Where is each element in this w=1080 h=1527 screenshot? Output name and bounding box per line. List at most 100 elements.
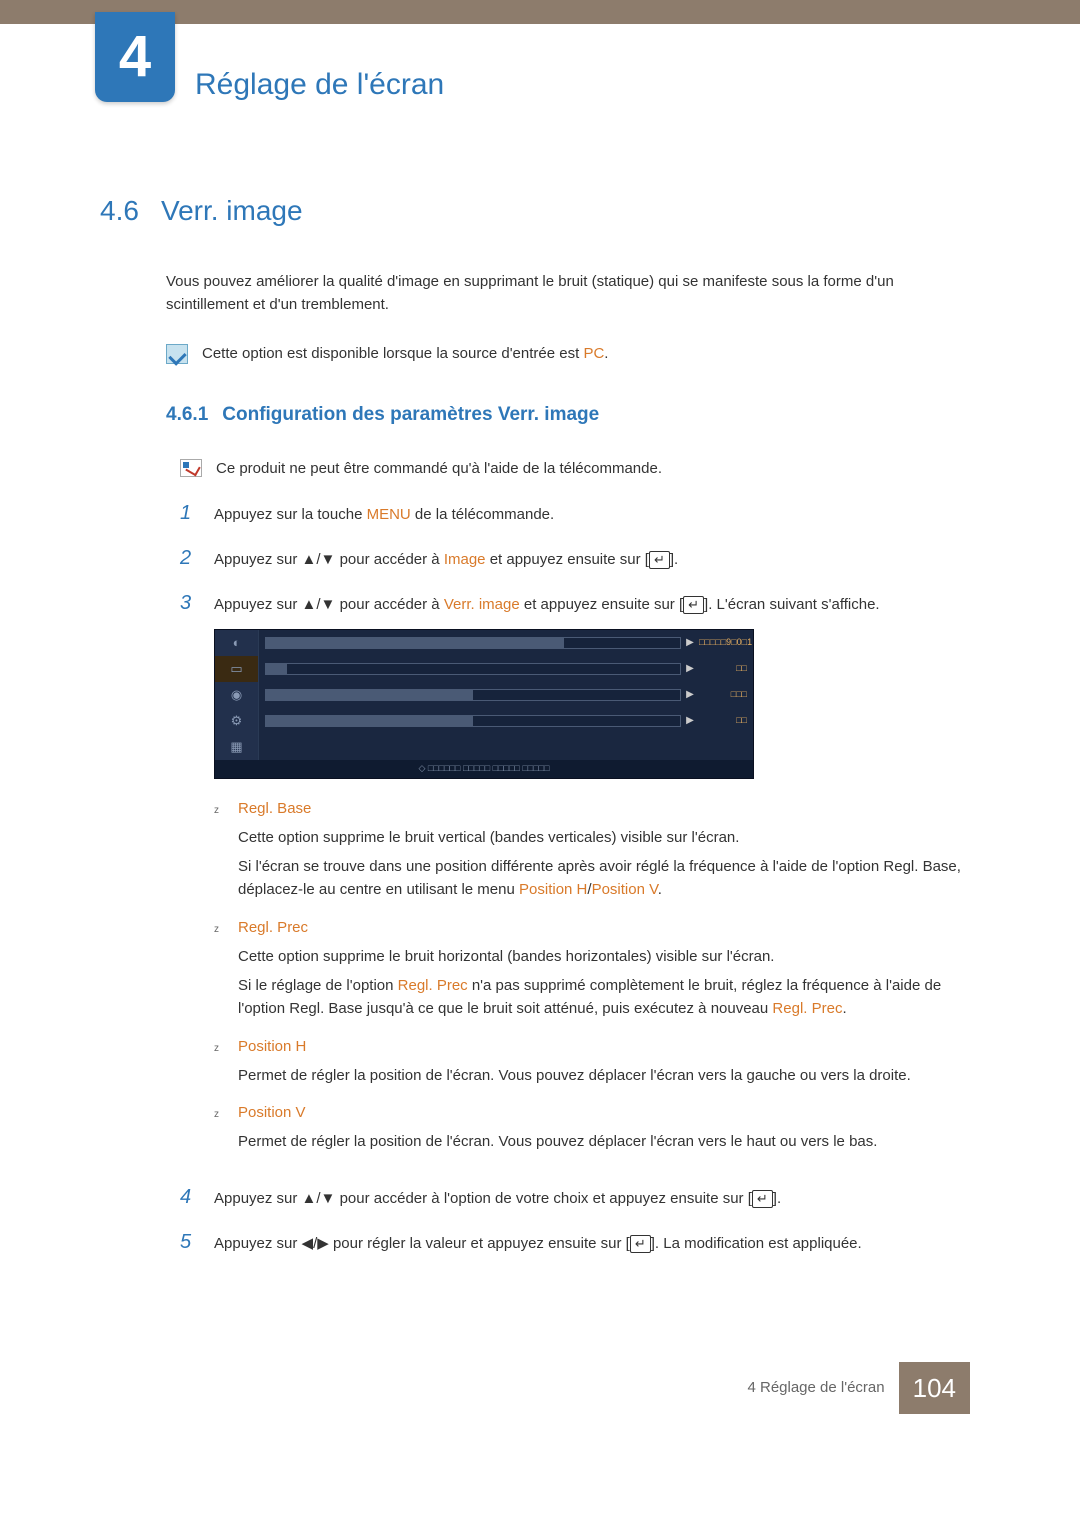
subsection-heading: 4.6.1 Configuration des paramètres Verr.… [166, 400, 970, 429]
bullet-icon: z [214, 797, 224, 908]
bullet-text: Permet de régler la position de l'écran.… [238, 1130, 970, 1153]
info-row: Ce produit ne peut être commandé qu'à l'… [180, 457, 970, 480]
text: de la télécommande. [411, 506, 554, 523]
bullet-label: Regl. Base [238, 797, 970, 820]
step-body: Appuyez sur ▲/▼ pour accéder à l'option … [214, 1187, 970, 1210]
step-3: 3 Appuyez sur ▲/▼ pour accéder à Verr. i… [180, 588, 970, 1167]
step-5: 5 Appuyez sur ◀/▶ pour régler la valeur … [180, 1227, 970, 1258]
enter-icon: ↵ [752, 1190, 773, 1208]
text: Appuyez sur [214, 1190, 302, 1207]
note-highlight: PC [583, 345, 604, 362]
osd-tab-icon: ◐ [215, 630, 259, 656]
step-1: 1 Appuyez sur la touche MENU de la téléc… [180, 498, 970, 529]
text: Appuyez sur [214, 551, 302, 568]
bullet-icon: z [214, 1101, 224, 1160]
chapter-title: Réglage de l'écran [195, 24, 444, 109]
text: . [658, 881, 662, 898]
step-body: Appuyez sur ▲/▼ pour accéder à Verr. ima… [214, 593, 970, 1167]
text: Appuyez sur [214, 596, 302, 613]
bullet-regl-prec: z Regl. Prec Cette option supprime le br… [214, 916, 970, 1027]
bullet-label: Position V [238, 1101, 970, 1124]
text: pour accéder à [335, 551, 443, 568]
highlight-position-h: Position H [519, 881, 587, 898]
bullet-body: Position H Permet de régler la position … [238, 1035, 970, 1094]
text: ]. La modification est appliquée. [651, 1235, 862, 1252]
bullet-body: Position V Permet de régler la position … [238, 1101, 970, 1160]
osd-value: □□□□□9□0□1 [699, 636, 747, 650]
text: ]. [670, 551, 678, 568]
osd-footer: ◇ □□□□□□ □□□□□ □□□□□ □□□□□ [215, 760, 753, 778]
text: pour régler la valeur et appuyez ensuite… [329, 1235, 630, 1252]
osd-slider [265, 637, 681, 649]
bullet-text: Cette option supprime le bruit vertical … [238, 826, 970, 849]
osd-slider [265, 663, 681, 675]
step-number: 3 [180, 588, 198, 619]
section-intro: Vous pouvez améliorer la qualité d'image… [166, 270, 970, 317]
text: Appuyez sur la touche [214, 506, 367, 523]
steps-list: 1 Appuyez sur la touche MENU de la téléc… [180, 498, 970, 1257]
osd-tab-icon: ▦ [215, 734, 259, 760]
chapter-number-badge: 4 [95, 12, 175, 102]
bullet-body: Regl. Prec Cette option supprime le brui… [238, 916, 970, 1027]
page-footer: 4 Réglage de l'écran 104 [0, 1352, 970, 1444]
step-number: 4 [180, 1182, 198, 1213]
text: ]. [773, 1190, 781, 1207]
osd-slider [265, 715, 681, 727]
step-body: Appuyez sur la touche MENU de la télécom… [214, 503, 970, 526]
bullet-text: Cette option supprime le bruit horizonta… [238, 945, 970, 968]
bullet-label: Position H [238, 1035, 970, 1058]
osd-tab-icon: ◉ [215, 682, 259, 708]
bullet-position-h: z Position H Permet de régler la positio… [214, 1035, 970, 1094]
highlight-regl-prec: Regl. Prec [398, 977, 468, 994]
highlight-position-v: Position V [592, 881, 658, 898]
osd-right-arrow-icon: ▶ [685, 661, 695, 677]
info-text: Ce produit ne peut être commandé qu'à l'… [216, 457, 662, 480]
text: Appuyez sur [214, 1235, 302, 1252]
osd-right-arrow-icon: ▶ [685, 635, 695, 651]
osd-slider-row: ▶ □□ [259, 656, 753, 682]
highlight-verr-image: Verr. image [444, 596, 520, 613]
bullet-icon: z [214, 1035, 224, 1094]
subsection-title: Configuration des paramètres Verr. image [222, 400, 599, 429]
left-right-arrows-icon: ◀/▶ [302, 1235, 329, 1252]
step-number: 2 [180, 543, 198, 574]
up-down-arrows-icon: ▲/▼ [302, 596, 336, 613]
enter-icon: ↵ [683, 596, 704, 614]
section-title: Verr. image [161, 189, 303, 232]
highlight-regl-prec: Regl. Prec [772, 1000, 842, 1017]
bullet-text: Si le réglage de l'option Regl. Prec n'a… [238, 974, 970, 1021]
osd-right-arrow-icon: ▶ [685, 713, 695, 729]
step-2: 2 Appuyez sur ▲/▼ pour accéder à Image e… [180, 543, 970, 574]
text: ]. L'écran suivant s'affiche. [704, 596, 880, 613]
subsection-number: 4.6.1 [166, 400, 208, 429]
bullet-text: Permet de régler la position de l'écran.… [238, 1064, 970, 1087]
bullet-position-v: z Position V Permet de régler la positio… [214, 1101, 970, 1160]
osd-empty-row [259, 734, 753, 760]
osd-value: □□ [699, 662, 747, 676]
osd-slider-row: ▶ □□ [259, 708, 753, 734]
step-number: 5 [180, 1227, 198, 1258]
up-down-arrows-icon: ▲/▼ [302, 1190, 336, 1207]
text: et appuyez ensuite sur [ [486, 551, 649, 568]
bullet-icon: z [214, 916, 224, 1027]
step-body: Appuyez sur ▲/▼ pour accéder à Image et … [214, 548, 970, 571]
note-icon [166, 344, 188, 364]
bullet-text: Si l'écran se trouve dans une position d… [238, 855, 970, 902]
osd-value: □□ [699, 714, 747, 728]
note-row: Cette option est disponible lorsque la s… [166, 342, 970, 365]
bullet-regl-base: z Regl. Base Cette option supprime le br… [214, 797, 970, 908]
enter-icon: ↵ [649, 551, 670, 569]
note-suffix: . [604, 345, 608, 362]
bullet-body: Regl. Base Cette option supprime le brui… [238, 797, 970, 908]
note-text: Cette option est disponible lorsque la s… [202, 342, 608, 365]
text: Si le réglage de l'option [238, 977, 398, 994]
text: et appuyez ensuite sur [ [520, 596, 683, 613]
option-bullets: z Regl. Base Cette option supprime le br… [214, 797, 970, 1160]
text: pour accéder à l'option de votre choix e… [335, 1190, 751, 1207]
osd-tab-icon: ▭ [215, 656, 259, 682]
osd-tab-icon: ⚙ [215, 708, 259, 734]
page-number: 104 [899, 1362, 970, 1414]
enter-icon: ↵ [630, 1235, 651, 1253]
text: pour accéder à [335, 596, 443, 613]
note-prefix: Cette option est disponible lorsque la s… [202, 345, 583, 362]
